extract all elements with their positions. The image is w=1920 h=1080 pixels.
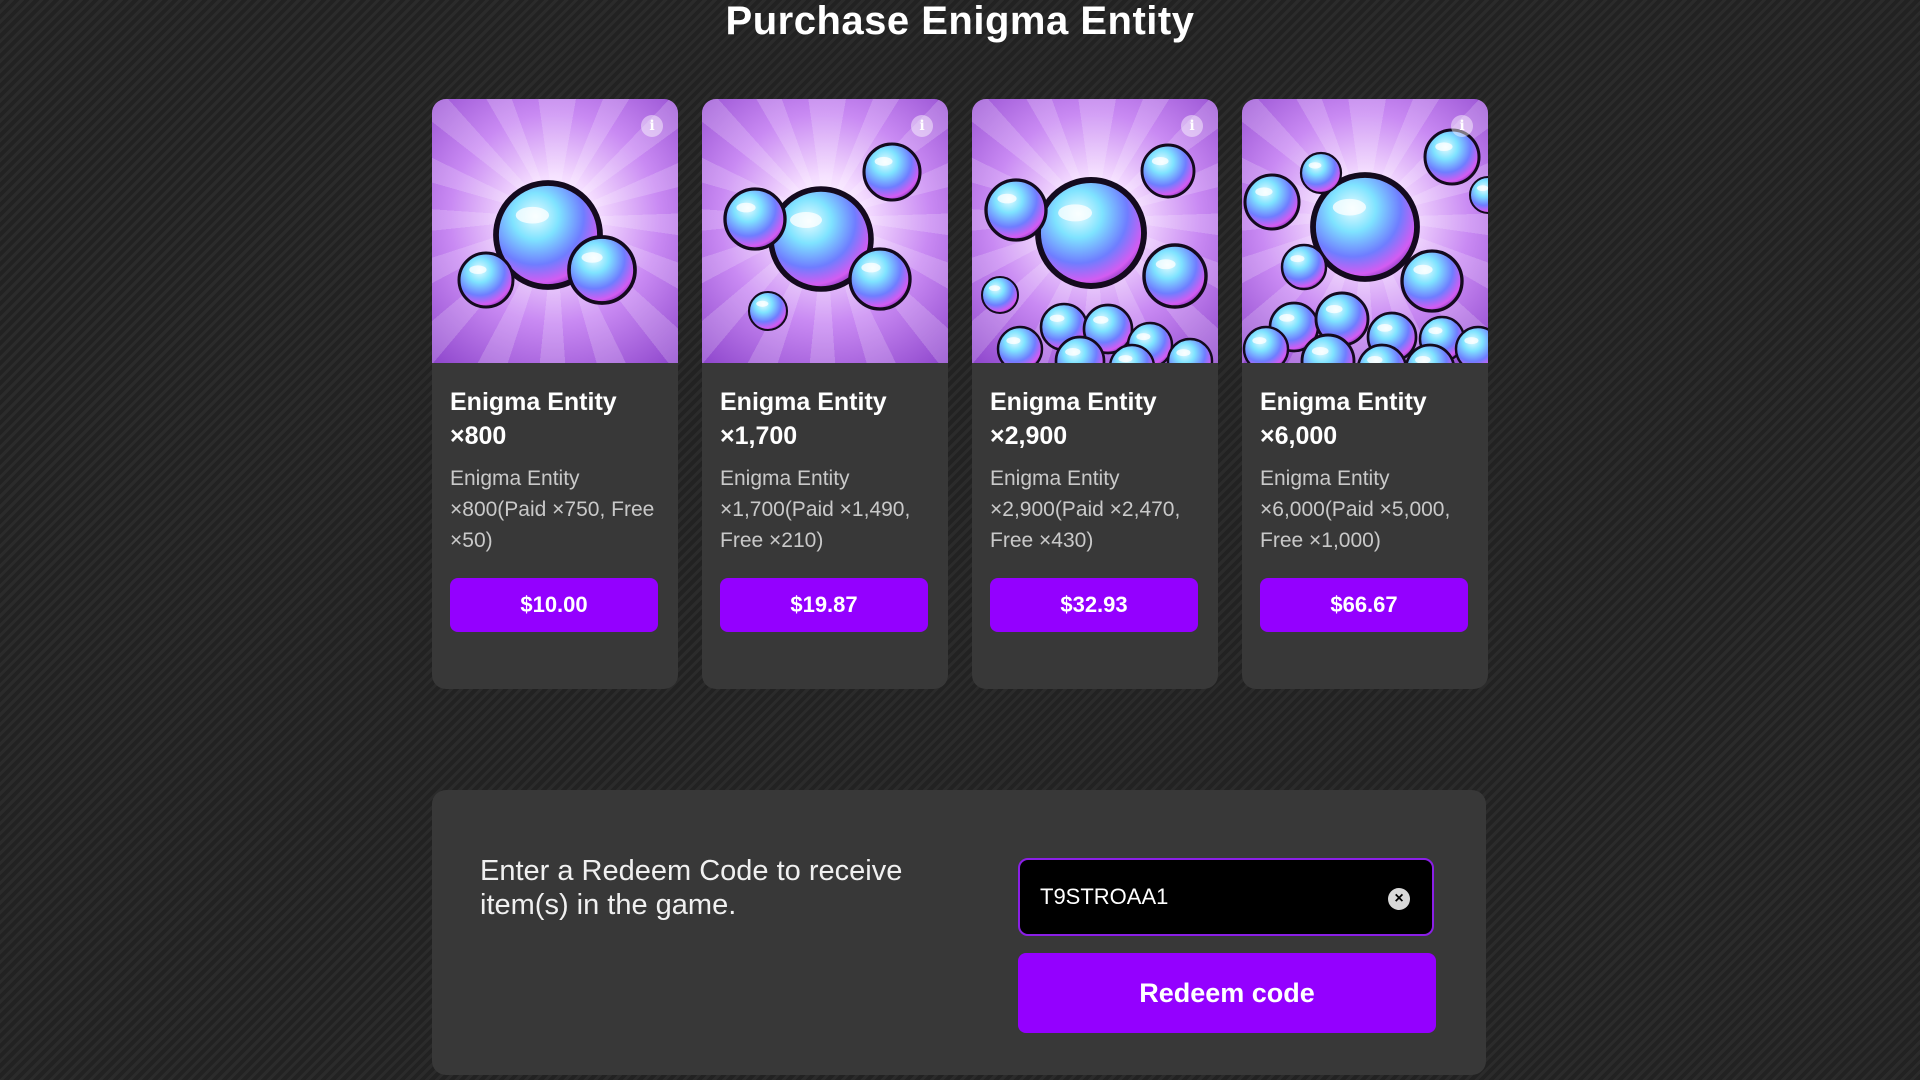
product-card[interactable]: i Enigma Entity ×6,000 Enigma Entity ×6,… (1242, 99, 1488, 689)
buy-button[interactable]: $66.67 (1260, 578, 1468, 632)
product-description: Enigma Entity ×800(Paid ×750, Free ×50) (450, 467, 655, 552)
redeem-code-button[interactable]: Redeem code (1018, 953, 1436, 1033)
gem-bundle-large-icon: i (972, 99, 1218, 363)
redeem-code-input[interactable] (1040, 860, 1380, 934)
redeem-prompt: Enter a Redeem Code to receive item(s) i… (480, 855, 903, 921)
product-description: Enigma Entity ×6,000(Paid ×5,000, Free ×… (1260, 467, 1451, 552)
redeem-panel: Enter a Redeem Code to receive item(s) i… (432, 790, 1486, 1075)
product-name: Enigma Entity ×800 (450, 388, 617, 450)
info-icon[interactable]: i (1181, 115, 1203, 137)
product-description: Enigma Entity ×1,700(Paid ×1,490, Free ×… (720, 467, 911, 552)
product-card[interactable]: i Enigma Entity ×2,900 Enigma Entity ×2,… (972, 99, 1218, 689)
info-icon[interactable]: i (1451, 115, 1473, 137)
gem-bundle-huge-icon: i (1242, 99, 1488, 363)
product-name: Enigma Entity ×6,000 (1260, 388, 1427, 450)
product-card[interactable]: i Enigma Entity ×1,700 Enigma Entity ×1,… (702, 99, 948, 689)
buy-button[interactable]: $19.87 (720, 578, 928, 632)
product-list: i Enigma Entity ×800 Enigma Entity ×800(… (432, 99, 1488, 689)
gem-bundle-medium-icon: i (702, 99, 948, 363)
product-description: Enigma Entity ×2,900(Paid ×2,470, Free ×… (990, 467, 1181, 552)
product-name: Enigma Entity ×2,900 (990, 388, 1157, 450)
product-card[interactable]: i Enigma Entity ×800 Enigma Entity ×800(… (432, 99, 678, 689)
info-icon[interactable]: i (911, 115, 933, 137)
redeem-code-field[interactable]: × (1018, 858, 1434, 936)
info-icon[interactable]: i (641, 115, 663, 137)
gem-bundle-small-icon: i (432, 99, 678, 363)
buy-button[interactable]: $10.00 (450, 578, 658, 632)
product-name: Enigma Entity ×1,700 (720, 388, 887, 450)
clear-icon[interactable]: × (1388, 888, 1410, 910)
page-title: Purchase Enigma Entity (725, 0, 1195, 43)
buy-button[interactable]: $32.93 (990, 578, 1198, 632)
